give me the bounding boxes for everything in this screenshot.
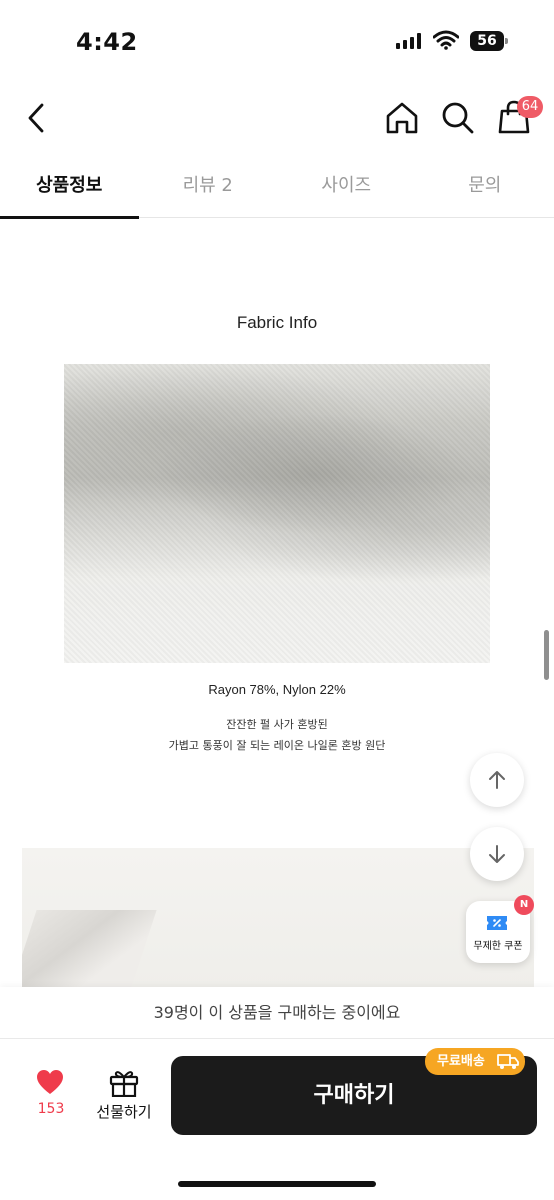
fabric-composition: Rayon 78%, Nylon 22% (208, 682, 346, 697)
heart-icon (37, 1070, 63, 1094)
truck-icon (497, 1054, 519, 1069)
fabric-description-line1: 잔잔한 펄 사가 혼방된 (226, 718, 328, 731)
fabric-description-line2: 가볍고 통풍이 잘 되는 레이온 나일론 혼방 원단 (168, 739, 386, 752)
free-shipping-badge: 무료배송 (425, 1048, 525, 1075)
bottom-purchase-bar: 39명이 이 상품을 구매하는 중이에요 153 선물하기 구매하기 (0, 987, 554, 1200)
like-count: 153 (37, 1101, 65, 1117)
coupon-label: 무제한 쿠폰 (473, 941, 523, 952)
scrollbar[interactable] (544, 630, 549, 680)
scroll-top-button[interactable] (470, 753, 524, 807)
fabric-info-title: Fabric Info (236, 313, 318, 332)
cellular-signal-icon (396, 33, 421, 49)
fabric-image (64, 364, 490, 663)
home-button[interactable] (382, 98, 422, 138)
free-shipping-label: 무료배송 (437, 1054, 485, 1069)
cart-count-badge: 64 (517, 96, 543, 118)
gift-label: 선물하기 (96, 1103, 152, 1121)
battery-icon: 56 (470, 31, 508, 51)
arrow-down-icon (489, 845, 505, 863)
tab-reviews[interactable]: 리뷰 2 (139, 160, 278, 218)
search-button[interactable] (438, 98, 478, 138)
status-time: 4:42 (76, 28, 138, 56)
buyers-notice: 39명이 이 상품을 구매하는 중이에요 (0, 987, 554, 1039)
tab-size[interactable]: 사이즈 (277, 160, 416, 218)
coupon-new-badge: N (514, 895, 534, 915)
wifi-icon (433, 30, 459, 50)
top-navigation (0, 88, 554, 148)
scroll-bottom-button[interactable] (470, 827, 524, 881)
back-button[interactable] (18, 98, 54, 138)
home-icon (386, 102, 418, 134)
gift-button[interactable]: 선물하기 (90, 1069, 158, 1125)
battery-level: 56 (470, 31, 504, 51)
status-bar: 4:42 56 (0, 0, 554, 80)
coupon-icon (487, 916, 507, 930)
back-icon (28, 103, 44, 133)
tab-inquiry[interactable]: 문의 (416, 160, 554, 218)
product-tabs: 상품정보 리뷰 2 사이즈 문의 (0, 160, 554, 219)
tab-product-info[interactable]: 상품정보 (0, 160, 139, 219)
home-indicator (178, 1181, 376, 1187)
arrow-up-icon (489, 771, 505, 789)
product-detail-image (22, 848, 534, 993)
like-button[interactable]: 153 (30, 1069, 72, 1125)
gift-icon (109, 1071, 139, 1097)
search-icon (442, 102, 474, 134)
